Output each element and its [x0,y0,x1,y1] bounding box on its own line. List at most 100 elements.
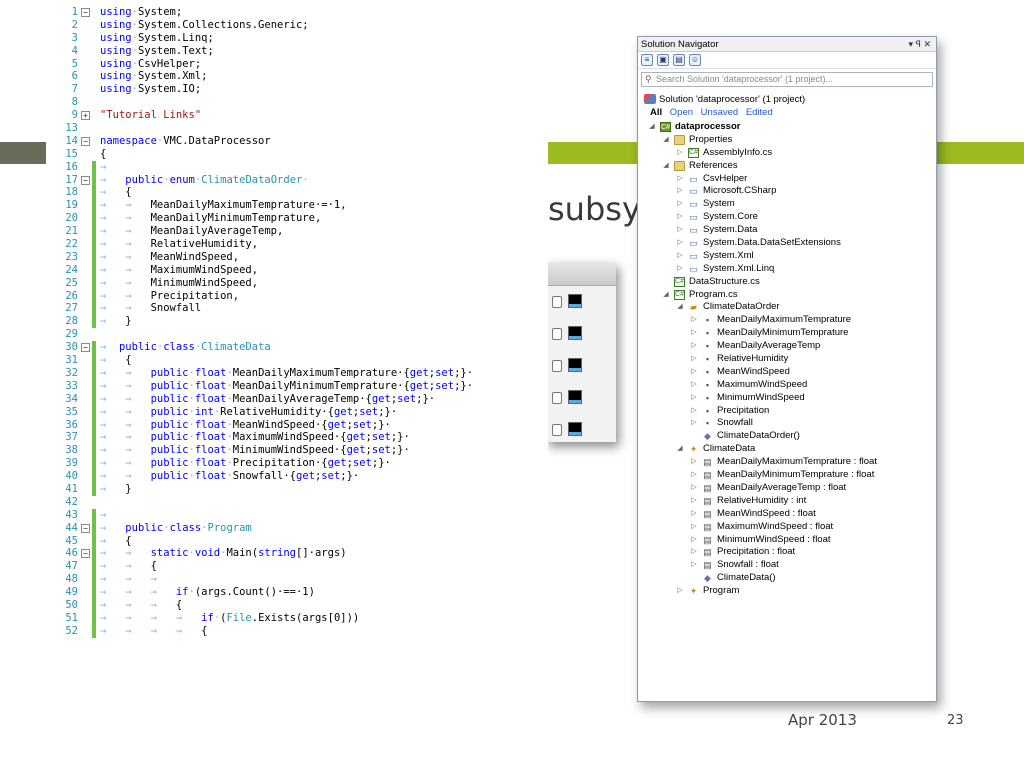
code-line[interactable]: 22 → → RelativeHumidity, [48,238,548,251]
code-line[interactable]: 47 → → { [48,560,548,574]
collapsed-arrow-icon[interactable]: ▷ [690,495,698,508]
code-line[interactable]: 39 → → public·float·Precipitation·{get;se… [48,457,548,471]
tree-item[interactable]: ▷ C# AssemblyInfo.cs [638,147,936,160]
tree-item[interactable]: ▷ ▤ MeanDailyMaximumTemprature : float [638,456,936,469]
tree-item[interactable]: ▷ ▤ MeanWindSpeed : float [638,508,936,521]
collapsed-arrow-icon[interactable]: ▷ [676,147,684,160]
collapsed-arrow-icon[interactable]: ▷ [690,482,698,495]
code-line[interactable]: 8 [48,96,548,109]
show-all-files-icon[interactable]: ▤ [673,54,685,66]
tree-item[interactable]: ▷ ▭ System.Core [638,211,936,224]
code-line[interactable]: 24 → → MaximumWindSpeed, [48,263,548,277]
code-line[interactable]: 28 → } [48,315,548,329]
collapse-region-icon[interactable]: − [81,343,90,353]
tree-item[interactable]: ◢ References [638,160,936,173]
tree-item[interactable]: ▷ ▤ MinimumWindSpeed : float [638,534,936,547]
expanded-arrow-icon[interactable]: ◢ [676,443,684,456]
expanded-arrow-icon[interactable]: ◢ [662,289,670,302]
collapsed-arrow-icon[interactable]: ▷ [690,353,698,366]
tree-item[interactable]: ▷ ▭ System.Data [638,224,936,237]
code-line[interactable]: 46− → → static·void·Main(string[]·args) [48,547,548,561]
code-line[interactable]: 42 [48,496,548,509]
code-line[interactable]: 7 using·System.IO; [48,83,548,96]
code-line[interactable]: 30− → public·class·ClimateData [48,341,548,355]
collapsed-arrow-icon[interactable]: ▷ [690,417,698,430]
code-line[interactable]: 23 → → MeanWindSpeed, [48,250,548,264]
collapsed-arrow-icon[interactable]: ▷ [676,585,684,598]
tree-item[interactable]: ▷ ▪ MeanDailyMaximumTemprature [638,314,936,327]
code-line[interactable]: 4 using·System.Text; [48,45,548,58]
tree-item[interactable]: ▷ ▭ Microsoft.CSharp [638,185,936,198]
tree-item[interactable]: ▷ ▪ MaximumWindSpeed [638,379,936,392]
collapsed-arrow-icon[interactable]: ▷ [690,366,698,379]
feedback-smiley-icon[interactable]: ☺ [689,54,701,66]
collapse-region-icon[interactable]: − [81,523,90,533]
code-line[interactable]: 16 → [48,160,548,174]
expand-region-icon[interactable]: + [81,111,90,121]
code-line[interactable]: 2 using·System.Collections.Generic; [48,19,548,32]
collapse-region-icon[interactable]: − [81,549,90,559]
code-line[interactable]: 51 → → → → if·(File.Exists(args[0])) [48,611,548,625]
collapsed-arrow-icon[interactable]: ▷ [676,250,684,263]
code-line[interactable]: 40 → → public·float·Snowfall·{get;set;}· [48,470,548,483]
tree-item[interactable]: ▷ ▤ MeanDailyMinimumTemprature : float [638,469,936,482]
filter-open[interactable]: Open [670,107,693,118]
collapsed-arrow-icon[interactable]: ▷ [690,340,698,353]
collapse-region-icon[interactable]: − [81,136,90,146]
tree-item[interactable]: ▷ ▪ MeanDailyAverageTemp [638,340,936,353]
tree-item[interactable]: ▷ ▪ RelativeHumidity [638,353,936,366]
filter-edited[interactable]: Edited [746,107,773,118]
code-line[interactable]: 44− → public·class·Program [48,521,548,535]
tree-item[interactable]: ▷ ▭ System.Xml [638,250,936,263]
expanded-arrow-icon[interactable]: ◢ [676,301,684,314]
code-line[interactable]: 48 → → → [48,573,548,587]
properties-icon[interactable]: ▣ [657,54,669,66]
tree-item[interactable]: ▷ ▭ System [638,198,936,211]
tree-item[interactable]: ▷ ▤ Snowfall : float [638,559,936,572]
code-line[interactable]: 50 → → → { [48,598,548,612]
collapsed-arrow-icon[interactable]: ▷ [676,185,684,198]
code-line[interactable]: 38 → → public·float·MinimumWindSpeed·{get… [48,444,548,458]
collapsed-arrow-icon[interactable]: ▷ [690,314,698,327]
solution-root-item[interactable]: Solution 'dataprocessor' (1 project) [638,93,936,106]
expanded-arrow-icon[interactable]: ◢ [648,121,656,134]
collapsed-arrow-icon[interactable]: ▷ [676,173,684,186]
code-line[interactable]: 27 → → Snowfall [48,302,548,316]
code-line[interactable]: 49 → → → if·(args.Count()·==·1) [48,586,548,599]
collapse-all-icon[interactable]: ≡ [641,54,653,66]
code-line[interactable]: 41 → } [48,482,548,496]
collapse-region-icon[interactable]: − [81,8,90,17]
tree-item[interactable]: ▷ ▭ System.Data.DataSetExtensions [638,237,936,250]
tree-item[interactable]: ◆ ClimateData() [638,572,936,585]
tree-item[interactable]: ◢ Properties [638,134,936,147]
tree-item[interactable]: ▷ ✦ Program [638,585,936,598]
collapsed-arrow-icon[interactable]: ▷ [690,379,698,392]
collapsed-arrow-icon[interactable]: ▷ [690,534,698,547]
filter-all[interactable]: All [650,107,662,118]
code-line[interactable]: 19 → → MeanDailyMaximumTemprature·=·1, [48,199,548,213]
tree-item[interactable]: ▷ ▤ MaximumWindSpeed : float [638,521,936,534]
tree-item[interactable]: ▷ ▤ MeanDailyAverageTemp : float [638,482,936,495]
solution-search-input[interactable]: ⚲ Search Solution 'dataprocessor' (1 pro… [641,72,933,87]
code-line[interactable]: 17− → public·enum·ClimateDataOrder· [48,173,548,187]
code-line[interactable]: 21 → → MeanDailyAverageTemp, [48,225,548,239]
tree-item[interactable]: ◢ C# Program.cs [638,289,936,302]
code-line[interactable]: 26 → → Precipitation, [48,289,548,303]
collapsed-arrow-icon[interactable]: ▷ [676,237,684,250]
code-line[interactable]: 31 → { [48,354,548,367]
code-line[interactable]: 13 [48,122,548,135]
code-line[interactable]: 32 → → public·float·MeanDailyMaximumTempr… [48,366,548,380]
code-line[interactable]: 3 using·System.Linq; [48,32,548,45]
panel-window-controls[interactable]: ▾ ꟼ ✕ [909,37,932,52]
tree-item[interactable]: ▷ ▤ Precipitation : float [638,546,936,559]
tree-item[interactable]: ▷ ▪ MeanDailyMinimumTemprature [638,327,936,340]
tree-item[interactable]: ◢ ✦ ClimateData [638,443,936,456]
collapsed-arrow-icon[interactable]: ▷ [676,263,684,276]
code-line[interactable]: 34 → → public·float·MeanDailyAverageTemp·… [48,392,548,406]
code-line[interactable]: 15 { [48,148,548,161]
code-line[interactable]: 1− using·System; [48,6,548,19]
code-line[interactable]: 52 → → → → { [48,624,548,638]
tree-item[interactable]: C# DataStructure.cs [638,276,936,289]
expanded-arrow-icon[interactable]: ◢ [662,134,670,147]
code-line[interactable]: 29 [48,328,548,341]
